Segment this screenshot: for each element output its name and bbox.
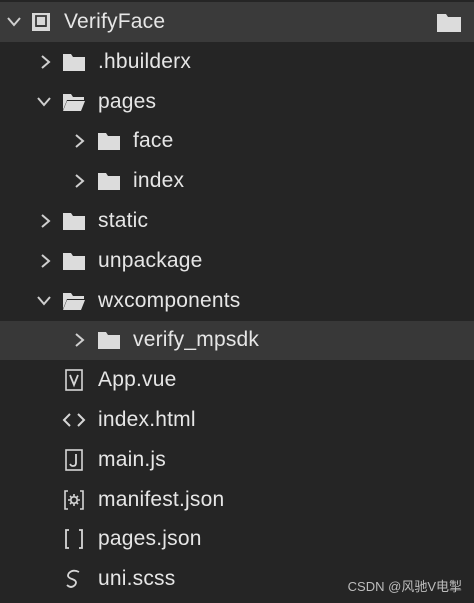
folder-icon [62,250,86,272]
chevron-right-icon[interactable] [72,173,88,189]
js-file-icon [62,449,86,471]
folder-open-icon [62,290,86,312]
tree-item-label: verify_mpsdk [133,328,260,352]
tree-item-label: main.js [98,447,166,471]
project-icon [29,11,53,33]
tree-item-label: index.html [98,408,196,432]
chevron-down-icon[interactable] [6,14,22,30]
tree-item-label: pages [98,89,157,113]
tree-item-app-vue[interactable]: App.vue [0,360,474,400]
vue-file-icon [62,369,86,392]
folder-open-icon [62,91,86,113]
chevron-right-icon[interactable] [72,133,88,149]
chevron-down-icon[interactable] [36,94,52,110]
tree-item-verify-mpsdk[interactable]: verify_mpsdk [0,320,474,361]
tree-item-main-js[interactable]: main.js [0,440,474,480]
chevron-right-icon[interactable] [72,332,88,348]
tree-item-label: .hbuilderx [98,49,192,73]
tree-item-pages-json[interactable]: pages.json [0,520,474,560]
tree-item-manifest-json[interactable]: manifest.json [0,480,474,520]
folder-icon [62,210,86,232]
tree-item-label: App.vue [98,368,177,392]
tree-item-label: face [133,129,174,153]
json-file-icon [62,528,86,550]
folder-icon[interactable] [436,11,462,38]
html-file-icon [62,409,86,431]
chevron-right-icon[interactable] [38,54,54,70]
tree-item-static[interactable]: static [0,201,474,241]
tree-item-wxcomponents[interactable]: wxcomponents [0,281,474,321]
project-root-label: VerifyFace [64,10,166,33]
project-root-row[interactable]: VerifyFace [0,2,474,42]
manifest-file-icon [62,489,86,511]
tree-item-label: unpackage [98,248,203,272]
tree-item-face[interactable]: face [0,122,474,162]
tree-item-label: static [98,209,149,233]
folder-icon [97,329,121,351]
chevron-down-icon[interactable] [36,293,52,309]
tree-item-label: wxcomponents [98,288,241,312]
tree-item-label: index [133,169,185,193]
tree-item-pages[interactable]: pages [0,82,474,122]
scss-file-icon [62,568,86,590]
folder-icon [62,51,86,73]
watermark: CSDN @风驰V电掣 [347,579,462,594]
tree-item-index-folder[interactable]: index [0,161,474,201]
folder-icon [97,170,121,192]
file-explorer-tree: VerifyFace .hbuilderx pages face index s… [0,2,474,599]
tree-item-unpackage[interactable]: unpackage [0,241,474,281]
chevron-right-icon[interactable] [38,253,54,269]
tree-item-label: pages.json [98,527,202,551]
folder-icon [97,130,121,152]
tree-item-hbuilderx[interactable]: .hbuilderx [0,42,474,82]
chevron-right-icon[interactable] [38,213,54,229]
tree-item-index-html[interactable]: index.html [0,400,474,440]
tree-item-label: uni.scss [98,567,176,591]
tree-item-label: manifest.json [98,487,225,511]
